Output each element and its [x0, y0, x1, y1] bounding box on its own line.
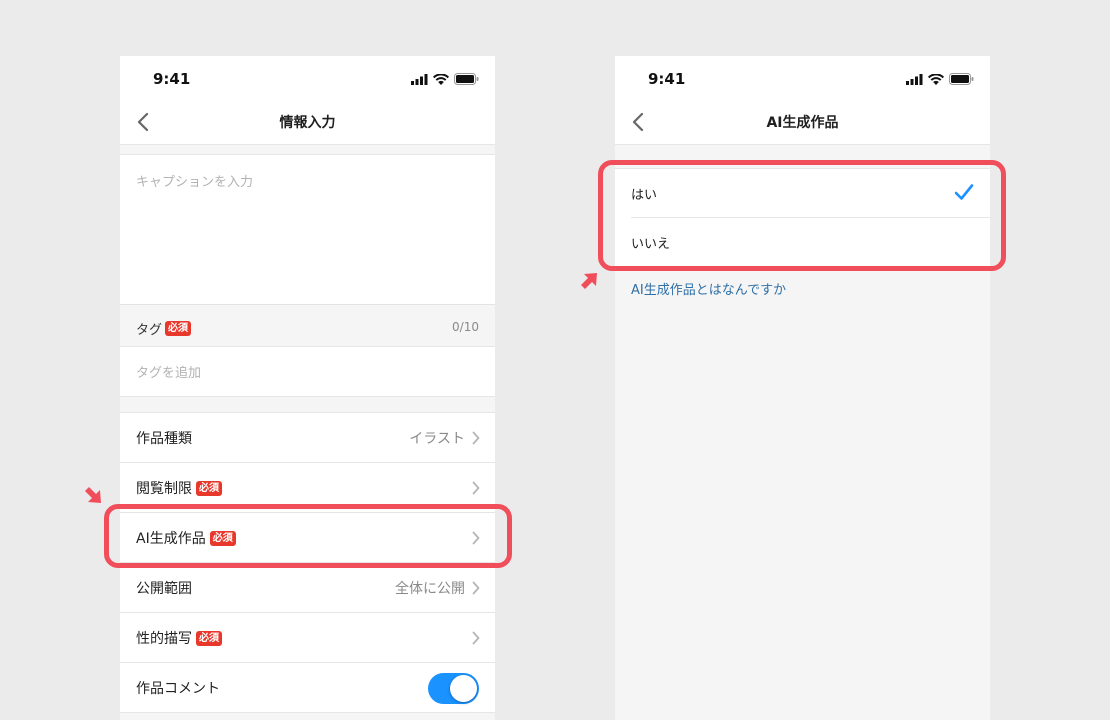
- setting-label: 性的描写 必須: [136, 628, 222, 648]
- caption-input[interactable]: キャプションを入力: [120, 154, 495, 304]
- required-badge: 必須: [196, 630, 222, 646]
- setting-label-text: 公開範囲: [136, 581, 192, 597]
- status-bar: 9:41: [120, 56, 495, 100]
- ai-help-link[interactable]: AI生成作品とはなんですか: [631, 279, 786, 298]
- setting-row-work-type[interactable]: 作品種類 イラスト: [120, 413, 495, 463]
- chevron-right-icon: [472, 481, 480, 495]
- status-icons: [906, 73, 974, 85]
- signal-icon: [411, 73, 428, 85]
- setting-label-text: 作品コメント: [136, 681, 220, 697]
- chevron-right-icon: [472, 581, 480, 595]
- setting-label-text: 性的描写: [136, 631, 192, 647]
- status-time: 9:41: [648, 70, 686, 88]
- page-title: AI生成作品: [766, 115, 839, 131]
- tag-label: タグ 必須: [136, 319, 192, 338]
- setting-label: 閲覧制限 必須: [136, 478, 222, 498]
- setting-value: イラスト: [409, 431, 465, 447]
- setting-label: 作品種類: [136, 428, 192, 448]
- chevron-right-icon: [472, 431, 480, 445]
- tag-header: タグ 必須 0/10: [120, 304, 495, 347]
- setting-label-text: 閲覧制限: [136, 481, 192, 497]
- tag-input[interactable]: タグを追加: [120, 346, 495, 397]
- status-bar: 9:41: [615, 56, 990, 100]
- caption-placeholder: キャプションを入力: [136, 175, 254, 190]
- setting-row-work-comment: 作品コメント: [120, 663, 495, 713]
- pointer-arrow-icon: [85, 487, 101, 503]
- nav-bar: 情報入力: [120, 100, 495, 145]
- ai-generated-screen: 9:41 AI生成作品 はい いいえ AI生成作品とはなんですか: [615, 56, 990, 720]
- battery-icon: [454, 73, 479, 85]
- page-title: 情報入力: [279, 115, 336, 131]
- comment-toggle[interactable]: [428, 673, 479, 704]
- signal-icon: [906, 73, 923, 85]
- wifi-icon: [433, 73, 449, 85]
- status-icons: [411, 73, 479, 85]
- highlight-frame-ai-row: [104, 504, 512, 568]
- setting-row-sexual-content[interactable]: 性的描写 必須: [120, 613, 495, 663]
- wifi-icon: [928, 73, 944, 85]
- required-badge: 必須: [196, 480, 222, 496]
- battery-icon: [949, 73, 974, 85]
- nav-bar: AI生成作品: [615, 100, 990, 145]
- pointer-arrow-icon: [581, 273, 597, 289]
- setting-row-visibility[interactable]: 公開範囲 全体に公開: [120, 563, 495, 613]
- status-time: 9:41: [153, 70, 191, 88]
- toggle-knob: [450, 675, 477, 702]
- tag-count: 0/10: [452, 320, 479, 334]
- tag-placeholder: タグを追加: [136, 366, 202, 381]
- tag-label-text: タグ: [136, 323, 163, 338]
- required-badge: 必須: [165, 321, 192, 336]
- setting-label-text: 作品種類: [136, 431, 192, 447]
- setting-value: 全体に公開: [395, 581, 465, 597]
- chevron-right-icon: [472, 631, 480, 645]
- info-input-screen: 9:41 情報入力 キャプションを入力 タグ 必須 0/10 タグを追加 作品種…: [120, 56, 495, 720]
- highlight-frame-options: [598, 160, 1006, 271]
- setting-label: 作品コメント: [136, 678, 220, 698]
- setting-label: 公開範囲: [136, 578, 192, 598]
